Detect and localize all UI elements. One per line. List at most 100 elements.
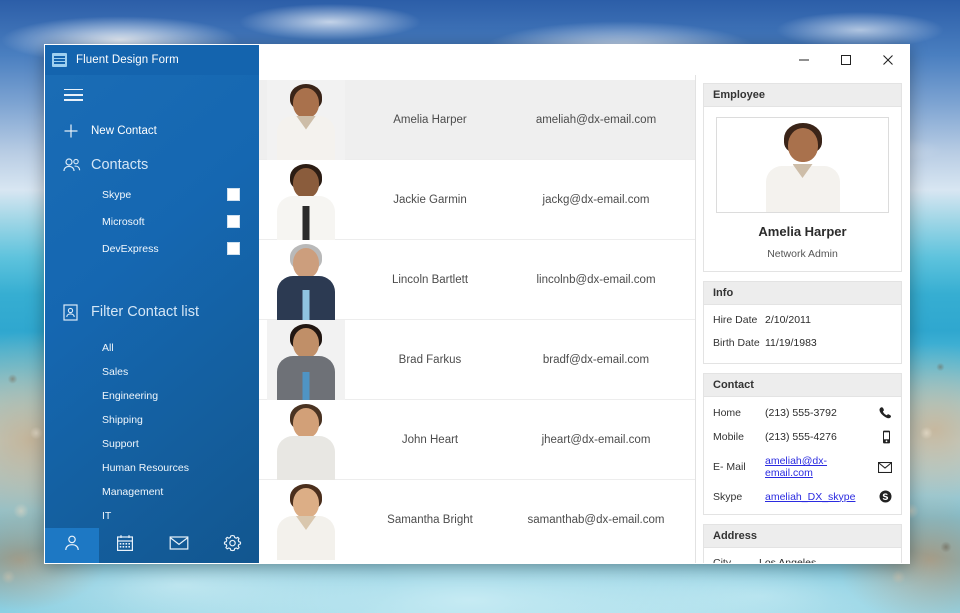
address-card-header: Address: [704, 525, 901, 548]
tab-mail[interactable]: [152, 528, 206, 563]
filter-item-sales[interactable]: Sales: [45, 360, 259, 384]
info-card: Info Hire Date 2/10/2011 Birth Date 11/1…: [703, 281, 902, 364]
avatar: [267, 160, 345, 240]
window-title: Fluent Design Form: [76, 54, 179, 66]
address-card: Address City Los Angeles ZIP 90014: [703, 524, 902, 563]
table-row[interactable]: Samantha Bright samanthab@dx-email.com: [259, 480, 695, 560]
employee-name: Amelia Harper: [713, 224, 892, 239]
field-label: Mobile: [713, 431, 765, 443]
skype-icon: [874, 490, 892, 503]
menu-list-icon: [52, 53, 67, 67]
filter-item-shipping[interactable]: Shipping: [45, 408, 259, 432]
employee-photo: [716, 117, 889, 213]
window-body: New Contact Contacts: [45, 75, 909, 563]
avatar: [267, 480, 345, 560]
contact-card-icon: [63, 304, 91, 321]
field-value: Los Angeles: [759, 557, 892, 563]
contact-row-mobile: Mobile (213) 555-4276: [713, 430, 892, 444]
mail-icon: [169, 535, 189, 556]
contact-email: samanthab@dx-email.com: [505, 514, 695, 526]
contact-name: Samantha Bright: [345, 514, 505, 526]
field-value: 2/10/2011: [765, 314, 892, 326]
table-row[interactable]: John Heart jheart@dx-email.com: [259, 400, 695, 480]
checkbox-devexpress[interactable]: [227, 242, 240, 255]
source-label: DevExpress: [102, 243, 159, 255]
tab-contacts[interactable]: [45, 528, 99, 563]
contact-row-email[interactable]: E- Mail ameliah@dx-email.com: [713, 455, 892, 479]
sidebar: New Contact Contacts: [45, 75, 259, 563]
contact-card-header: Contact: [704, 374, 901, 397]
sidebar-item-filter-contact-list[interactable]: Filter Contact list: [45, 298, 259, 326]
phone-icon: [874, 406, 892, 419]
filter-item-human-resources[interactable]: Human Resources: [45, 456, 259, 480]
info-row-birth-date: Birth Date 11/19/1983: [713, 337, 892, 349]
employee-card: Employee Amelia Harper Network Admin: [703, 83, 902, 272]
field-label: Skype: [713, 491, 765, 503]
mobile-icon: [874, 430, 892, 444]
contact-name: Brad Farkus: [345, 354, 505, 366]
contact-list: Amelia Harper ameliah@dx-email.com Jacki…: [259, 75, 696, 563]
person-icon: [63, 534, 81, 557]
contact-email: jackg@dx-email.com: [505, 194, 695, 206]
field-value: (213) 555-4276: [765, 431, 874, 443]
filter-item-all[interactable]: All: [45, 336, 259, 360]
employee-role: Network Admin: [713, 248, 892, 260]
info-row-hire-date: Hire Date 2/10/2011: [713, 314, 892, 326]
avatar: [267, 240, 345, 320]
contact-source-list: Skype Microsoft DevExpress: [45, 179, 259, 260]
source-label: Microsoft: [102, 216, 145, 228]
title-bar-left: Fluent Design Form: [45, 45, 259, 75]
field-label: Home: [713, 407, 765, 419]
table-row[interactable]: Lincoln Bartlett lincolnb@dx-email.com: [259, 240, 695, 320]
contacts-label: Contacts: [91, 157, 148, 173]
email-link[interactable]: ameliah@dx-email.com: [765, 455, 874, 479]
source-row-skype[interactable]: Skype: [45, 184, 259, 206]
filter-list: All Sales Engineering Shipping Support H…: [45, 336, 259, 528]
application-window: Fluent Design Form: [44, 44, 910, 564]
contact-name: Lincoln Bartlett: [345, 274, 505, 286]
contact-row-skype[interactable]: Skype ameliah_DX_skype: [713, 490, 892, 503]
checkbox-skype[interactable]: [227, 188, 240, 201]
source-row-devexpress[interactable]: DevExpress: [45, 238, 259, 260]
maximize-button[interactable]: [825, 45, 867, 75]
tab-settings[interactable]: [206, 528, 260, 563]
window-controls: [259, 45, 909, 75]
filter-contact-list-label: Filter Contact list: [91, 304, 199, 320]
source-row-microsoft[interactable]: Microsoft: [45, 211, 259, 233]
source-label: Skype: [102, 189, 131, 201]
field-label: E- Mail: [713, 461, 765, 473]
hamburger-menu-icon[interactable]: [64, 89, 83, 101]
field-label: Birth Date: [713, 337, 765, 349]
field-label: Hire Date: [713, 314, 765, 326]
minimize-button[interactable]: [783, 45, 825, 75]
gear-icon: [223, 534, 242, 558]
new-contact-label: New Contact: [91, 125, 157, 137]
contact-card: Contact Home (213) 555-3792 Mobile (213)…: [703, 373, 902, 515]
calendar-icon: [116, 534, 134, 557]
skype-link[interactable]: ameliah_DX_skype: [765, 491, 874, 503]
filter-item-it[interactable]: IT: [45, 504, 259, 528]
title-bar: Fluent Design Form: [45, 45, 909, 75]
table-row[interactable]: Amelia Harper ameliah@dx-email.com: [259, 80, 695, 160]
sidebar-item-new-contact[interactable]: New Contact: [45, 117, 259, 145]
filter-item-engineering[interactable]: Engineering: [45, 384, 259, 408]
avatar: [267, 80, 345, 160]
contact-row-home: Home (213) 555-3792: [713, 406, 892, 419]
table-row[interactable]: Brad Farkus bradf@dx-email.com: [259, 320, 695, 400]
checkbox-microsoft[interactable]: [227, 215, 240, 228]
contact-email: jheart@dx-email.com: [505, 434, 695, 446]
field-value: 11/19/1983: [765, 337, 892, 349]
contact-name: Amelia Harper: [345, 114, 505, 126]
table-row[interactable]: Jackie Garmin jackg@dx-email.com: [259, 160, 695, 240]
close-button[interactable]: [867, 45, 909, 75]
desktop-wallpaper: Fluent Design Form: [0, 0, 960, 613]
field-value: (213) 555-3792: [765, 407, 874, 419]
filter-item-support[interactable]: Support: [45, 432, 259, 456]
mail-icon: [874, 462, 892, 473]
contact-email: bradf@dx-email.com: [505, 354, 695, 366]
employee-card-header: Employee: [704, 84, 901, 107]
tab-calendar[interactable]: [99, 528, 153, 563]
filter-item-management[interactable]: Management: [45, 480, 259, 504]
contact-email: lincolnb@dx-email.com: [505, 274, 695, 286]
sidebar-item-contacts[interactable]: Contacts: [45, 151, 259, 179]
